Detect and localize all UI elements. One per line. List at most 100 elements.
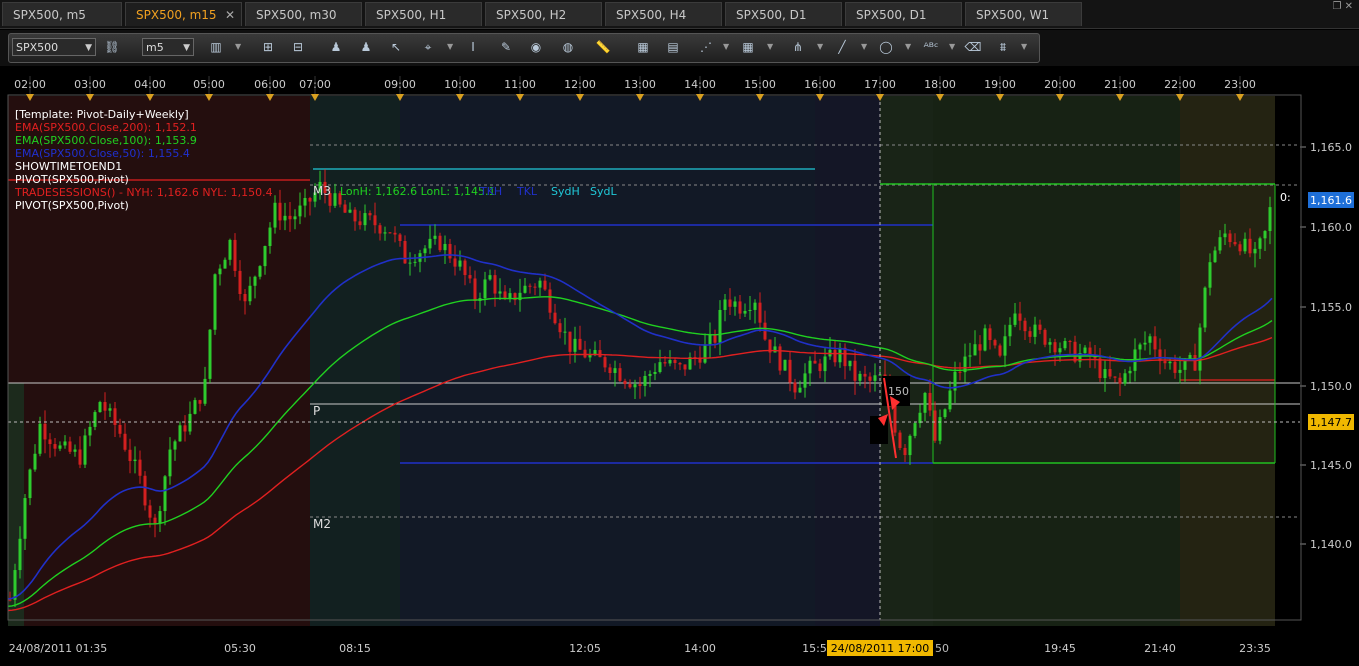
tab-spx500-m5[interactable]: SPX500, m5	[2, 2, 122, 26]
time-tick-label: 20:00	[1044, 78, 1076, 91]
candle-body	[863, 373, 867, 377]
crosshair-price-label: 1,147.7	[1310, 416, 1352, 429]
eye-icon[interactable]: ◉	[527, 39, 545, 55]
candle-body	[188, 413, 192, 432]
candle-body	[733, 301, 737, 307]
price-chart[interactable]: 150 02:00 03:00 04:00 05:00 06:00 07:00 09:00 1…	[0, 68, 1359, 662]
levels-icon[interactable]: ⩩	[994, 39, 1012, 55]
candle-body	[718, 309, 722, 343]
candle-body	[848, 360, 852, 367]
candle-body	[503, 291, 507, 299]
candle-body	[1148, 336, 1152, 343]
candle-body	[193, 400, 197, 414]
table-icon[interactable]: ▦	[739, 39, 757, 55]
candle-body	[983, 328, 987, 351]
tab-spx500-m30[interactable]: SPX500, m30	[245, 2, 362, 26]
candle-body	[928, 392, 932, 411]
tab-spx500-h1[interactable]: SPX500, H1	[365, 2, 482, 26]
tab-label: SPX500, H1	[376, 8, 447, 22]
candle-body	[348, 209, 352, 213]
chevron-down-icon[interactable]: ▼	[447, 39, 455, 55]
tab-label: SPX500, H2	[496, 8, 567, 22]
text-tool-icon[interactable]: Ι	[464, 39, 482, 55]
tab-spx500-d1-2[interactable]: SPX500, D1	[845, 2, 962, 26]
chevron-down-icon[interactable]: ▼	[1021, 39, 1029, 55]
chevron-down-icon[interactable]: ▼	[817, 39, 825, 55]
time-tick-label: 18:00	[924, 78, 956, 91]
candle-body	[548, 289, 552, 313]
candle-body	[488, 275, 492, 280]
line-tool-icon[interactable]: ╱	[833, 39, 851, 55]
candle-body	[88, 426, 92, 436]
chevron-down-icon[interactable]: ▼	[723, 39, 731, 55]
candle-body	[1113, 376, 1117, 378]
candle-body	[523, 285, 527, 293]
ruler-icon[interactable]: 📏	[594, 39, 612, 55]
zoom-out-icon[interactable]: ⊟	[289, 39, 307, 55]
candle-body	[1223, 233, 1227, 238]
indicator-template: [Template: Pivot-Daily+Weekly]	[15, 108, 189, 121]
ellipse-icon[interactable]: ◯	[877, 39, 895, 55]
note-icon[interactable]: ✎	[497, 39, 515, 55]
template-icon[interactable]: ▤	[664, 39, 682, 55]
price-tick-label: 1,155.0	[1310, 301, 1352, 314]
abc-text-icon[interactable]: ᴬᴮᶜ	[922, 39, 940, 55]
fibonacci-icon[interactable]: ⋰	[697, 39, 715, 55]
candle-body	[253, 276, 257, 286]
tab-spx500-w1[interactable]: SPX500, W1	[965, 2, 1082, 26]
candle-body	[458, 260, 462, 267]
crosshair-icon[interactable]: ⌖	[419, 39, 437, 55]
tab-spx500-m15[interactable]: SPX500, m15 ✕	[125, 2, 242, 26]
tab-spx500-d1[interactable]: SPX500, D1	[725, 2, 842, 26]
bottom-time-label: 23:35	[1239, 642, 1271, 655]
user-alt-icon[interactable]: ♟	[357, 39, 375, 55]
timeframe-select[interactable]: m5 ▼	[142, 38, 194, 56]
chevron-down-icon[interactable]: ▼	[861, 39, 869, 55]
chevron-down-icon[interactable]: ▼	[949, 39, 957, 55]
chevron-down-icon[interactable]: ▼	[905, 39, 913, 55]
chevron-down-icon[interactable]: ▼	[767, 39, 775, 55]
chevron-down-icon[interactable]: ▼	[235, 39, 243, 55]
time-tick-label: 04:00	[134, 78, 166, 91]
candle-body	[278, 202, 282, 221]
link-icon[interactable]: ⛓	[103, 39, 121, 55]
chart-canvas[interactable]: 150 02:00 03:00 04:00 05:00 06:00 07:00 09:00 1…	[0, 68, 1359, 662]
candle-body	[153, 517, 157, 524]
tab-spx500-h4[interactable]: SPX500, H4	[605, 2, 722, 26]
candle-body	[1123, 373, 1127, 384]
zoom-in-icon[interactable]: ⊞	[259, 39, 277, 55]
candle-body	[998, 345, 1002, 356]
candle-body	[868, 376, 872, 381]
candle-body	[388, 232, 392, 234]
time-tick-label: 17:00	[864, 78, 896, 91]
candle-body	[63, 441, 67, 446]
window-restore-icon[interactable]: ❐ ✕	[1332, 1, 1353, 12]
session-sydh-label: SydH	[551, 185, 580, 198]
candle-body	[1118, 377, 1122, 384]
pivot-label-p: P	[313, 404, 320, 418]
candle-body	[1138, 344, 1142, 350]
candle-body	[363, 213, 367, 226]
cursor-icon[interactable]: ↖	[387, 39, 405, 55]
close-icon[interactable]: ✕	[225, 3, 235, 27]
eraser-icon[interactable]: ⌫	[964, 39, 982, 55]
candle-body	[648, 373, 652, 376]
user-icon[interactable]: ♟	[327, 39, 345, 55]
globe-icon[interactable]: ◍	[559, 39, 577, 55]
symbol-value: SPX500	[16, 41, 59, 54]
time-axis-bottom: 24/08/2011 01:35 05:30 08:15 12:05 14:00 15:5…	[9, 642, 1271, 655]
tab-spx500-h2[interactable]: SPX500, H2	[485, 2, 602, 26]
candle-body	[808, 360, 812, 374]
candle-body	[143, 475, 147, 506]
candle-body	[583, 349, 587, 358]
candle-body	[138, 459, 142, 476]
candle-body	[643, 375, 647, 386]
add-chart-icon[interactable]: ▦	[634, 39, 652, 55]
pitchfork-icon[interactable]: ⋔	[789, 39, 807, 55]
time-tick-label: 16:00	[804, 78, 836, 91]
session-lon-label: LonH: 1,162.6 LonL: 1,145.1	[340, 185, 496, 198]
chart-type-icon[interactable]: ▥	[207, 39, 225, 55]
symbol-select[interactable]: SPX500 ▼	[12, 38, 96, 56]
candle-body	[228, 239, 232, 260]
time-tick-label: 02:00	[14, 78, 46, 91]
